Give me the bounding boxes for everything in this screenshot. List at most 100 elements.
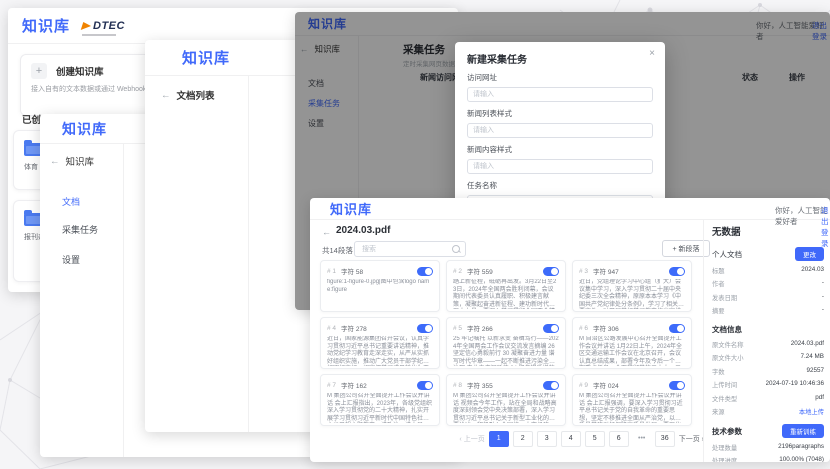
- paragraph-count: 共14段落: [322, 245, 353, 256]
- segment-card[interactable]: # 1 字符 58 figure:1-figure-0.jpg|图中包含logo …: [320, 260, 440, 312]
- field-label-task-name: 任务名称: [467, 180, 653, 191]
- segment-search: [354, 241, 466, 257]
- page-button-4[interactable]: 4: [561, 431, 581, 447]
- segment-text: 近日，国家能源集团召开会议，认真学习贯彻习近平总书记重要讲话精神，推动党纪学习教…: [327, 336, 433, 366]
- window-doc-detail: 知识库 你好，人工智能爱好者 退出登录 ← 2024.03.pdf 共14段落 …: [310, 198, 830, 462]
- app-title: 知识库: [62, 119, 107, 139]
- segment-enable-toggle[interactable]: [669, 324, 685, 333]
- pagination: ‹ 上一页 1 2 3 4 5 6 ••• 36 下一页 ›: [320, 431, 704, 447]
- segment-enable-toggle[interactable]: [417, 267, 433, 276]
- tech-value: 100.00% (7048): [779, 456, 824, 462]
- segment-text: 25 牢记嘱托 以新求变 奋楫笃行——2024年全国两会工作会议交流发言摘编 2…: [453, 336, 559, 366]
- meta-key: 作者: [712, 279, 725, 288]
- doc-header: 知识库: [310, 198, 830, 220]
- segment-card[interactable]: # 6 字符 306 M 自治区公路发展中心召开全面提升工作会议并讲话 1月22日…: [572, 317, 692, 369]
- info-value: 2024-07-19 10:46:36: [766, 380, 824, 389]
- list-style-field[interactable]: [467, 123, 653, 138]
- retrain-button[interactable]: 重新训练: [782, 424, 824, 438]
- back-to-doclist-button[interactable]: ← 文档列表: [161, 88, 215, 102]
- info-value: pdf: [815, 394, 824, 403]
- logo-text: DTEC: [93, 20, 125, 32]
- sidebar-divider: [248, 76, 249, 432]
- plus-icon: +: [31, 63, 47, 79]
- segment-index: # 9: [579, 382, 588, 389]
- segment-text: 踏上新征程，砥砺再出发。3月22日至23日，2024年全国两会胜利闭幕，会议期间…: [453, 279, 559, 309]
- segment-chars: 字符 278: [341, 323, 367, 333]
- segment-card[interactable]: # 2字符 559 踏上新征程，砥砺再出发。3月22日至23日，2024年全国两…: [446, 260, 566, 312]
- segment-card[interactable]: # 4字符 278 近日，国家能源集团召开会议，认真学习贯彻习近平总书记重要讲话…: [320, 317, 440, 369]
- info-value: 7.24 MB: [801, 353, 824, 362]
- search-icon: [452, 245, 460, 253]
- segment-enable-toggle[interactable]: [417, 324, 433, 333]
- info-value: 2024.03.pdf: [791, 340, 824, 349]
- segment-enable-toggle[interactable]: [543, 267, 559, 276]
- sidebar-item-docs[interactable]: 文档: [62, 195, 80, 208]
- page-button-6[interactable]: 6: [609, 431, 629, 447]
- segment-chars: 字符 58: [341, 266, 363, 276]
- segment-enable-toggle[interactable]: [543, 324, 559, 333]
- panel-empty-state: 无数据: [712, 224, 824, 238]
- field-label-list-style: 新闻列表样式: [467, 108, 653, 119]
- segment-enable-toggle[interactable]: [417, 381, 433, 390]
- page-button-36[interactable]: 36: [655, 431, 675, 447]
- next-page-button[interactable]: 下一页 ›: [679, 434, 704, 444]
- segment-chars: 字符 947: [593, 266, 619, 276]
- pagination-ellipsis: •••: [633, 432, 651, 446]
- info-key: 字数: [712, 367, 725, 376]
- url-field[interactable]: [467, 87, 653, 102]
- segment-chars: 字符 266: [467, 323, 493, 333]
- segment-text: M 自治区公路发展中心召开全面提升工作会议并讲话 1月22日上午，2024年全区…: [579, 336, 685, 366]
- back-to-kb-button[interactable]: ← 知识库: [50, 154, 94, 168]
- segment-card[interactable]: # 9字符 024 M 集团公司召开全面提升工作会议并讲话 会上汇报强调，要深入…: [572, 374, 692, 426]
- segment-text: figure:1-figure-0.jpg|图中包含logo name:figu…: [327, 279, 433, 294]
- content-style-field[interactable]: [467, 159, 653, 174]
- back-label: 文档列表: [177, 88, 215, 102]
- doc-info-section-title: 文档信息: [712, 324, 824, 335]
- segment-index: # 6: [579, 325, 588, 332]
- segment-card[interactable]: # 5字符 266 25 牢记嘱托 以新求变 奋楫笃行——2024年全国两会工作…: [446, 317, 566, 369]
- logo-arrow-icon: [81, 22, 93, 30]
- info-key: 原文件大小: [712, 353, 743, 362]
- segment-index: # 1: [327, 268, 336, 275]
- segment-card[interactable]: # 8 字符 355 M 集团公司召开全面提升工作会议并讲话 视频会今年工作，站在…: [446, 374, 566, 426]
- page-button-3[interactable]: 3: [537, 431, 557, 447]
- doc-title: 2024.03.pdf: [336, 225, 390, 236]
- page-button-2[interactable]: 2: [513, 431, 533, 447]
- segment-enable-toggle[interactable]: [669, 267, 685, 276]
- sidebar-item-tasks[interactable]: 采集任务: [62, 223, 98, 236]
- back-arrow-icon: ←: [50, 156, 60, 167]
- segment-card[interactable]: # 7字符 162 M 集团公司召开全面提升工作会议并讲话 会上汇报指出，202…: [320, 374, 440, 426]
- page-button-5[interactable]: 5: [585, 431, 605, 447]
- edit-meta-button[interactable]: 更改: [795, 247, 824, 261]
- new-task-modal: 新建采集任务 × 访问网址 新闻列表样式 新闻内容样式 任务名称 是否定时执行 …: [455, 42, 665, 218]
- close-icon[interactable]: ×: [649, 48, 655, 59]
- segment-text: M 集团公司召开全面提升工作会议并讲话 会上汇报指出，2023年，各级党组织深入…: [327, 393, 433, 423]
- meta-key: 标题: [712, 266, 725, 275]
- info-key: 文件类型: [712, 394, 737, 403]
- segment-index: # 3: [579, 268, 588, 275]
- back-label: 知识库: [66, 154, 95, 168]
- doc-type-label: 个人文档: [712, 249, 742, 260]
- dtec-logo: DTEC: [82, 20, 125, 32]
- segment-chars: 字符 355: [467, 380, 493, 390]
- back-arrow-icon[interactable]: ←: [322, 227, 331, 237]
- field-label-content-style: 新闻内容样式: [467, 144, 653, 155]
- segment-text: M 集团公司召开全面提升工作会议并讲话 视频会今年工作，站在全局和战略高度深刻领…: [453, 393, 559, 423]
- segment-index: # 8: [453, 382, 462, 389]
- doc-info-panel: 无数据 个人文档 更改 标题2024.03 作者- 发表日期- 摘要- 文档信息…: [712, 224, 824, 462]
- segment-chars: 字符 306: [593, 323, 619, 333]
- info-value: 92557: [806, 367, 824, 376]
- meta-key: 摘要: [712, 306, 725, 315]
- search-input[interactable]: [360, 245, 452, 254]
- segment-index: # 2: [453, 268, 462, 275]
- segment-chars: 字符 162: [341, 380, 367, 390]
- sidebar-item-settings[interactable]: 设置: [62, 253, 80, 266]
- segment-card[interactable]: # 3字符 947 近日，党组理论学习中心组（扩大）会议集中学习，深入学习贯彻二…: [572, 260, 692, 312]
- info-key: 上传时间: [712, 380, 737, 389]
- segment-enable-toggle[interactable]: [543, 381, 559, 390]
- prev-page-button[interactable]: ‹ 上一页: [459, 434, 484, 444]
- app-title: 知识库: [22, 15, 70, 36]
- segment-chars: 字符 024: [593, 380, 619, 390]
- segment-enable-toggle[interactable]: [669, 381, 685, 390]
- page-button-1[interactable]: 1: [489, 431, 509, 447]
